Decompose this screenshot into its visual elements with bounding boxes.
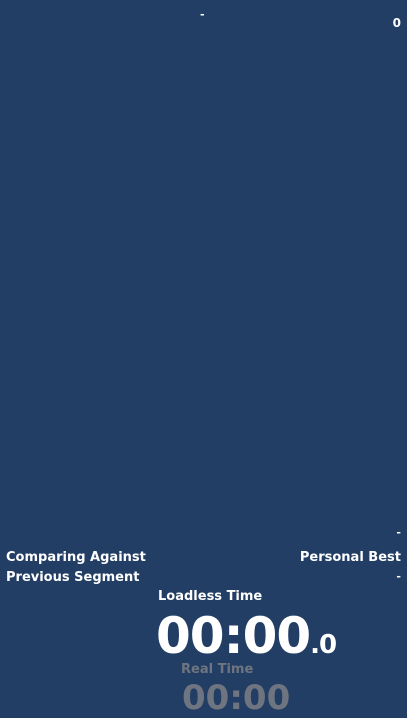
final-split-delta: - [396,526,401,539]
real-timer: 00:00 [182,678,291,718]
loadless-time-label: Loadless Time [158,589,263,604]
comparing-against-value: Personal Best [299,550,401,565]
comparing-against-label: Comparing Against [6,550,146,565]
real-time-label: Real Time [181,662,254,677]
run-title: - [200,8,205,21]
previous-segment-label: Previous Segment [6,570,140,585]
loadless-timer-main: 00:00 [156,607,311,665]
previous-segment-value: - [396,570,401,583]
splits-list [0,36,407,526]
attempt-count: 0 [392,16,401,30]
loadless-timer-fraction: .0 [310,630,337,660]
